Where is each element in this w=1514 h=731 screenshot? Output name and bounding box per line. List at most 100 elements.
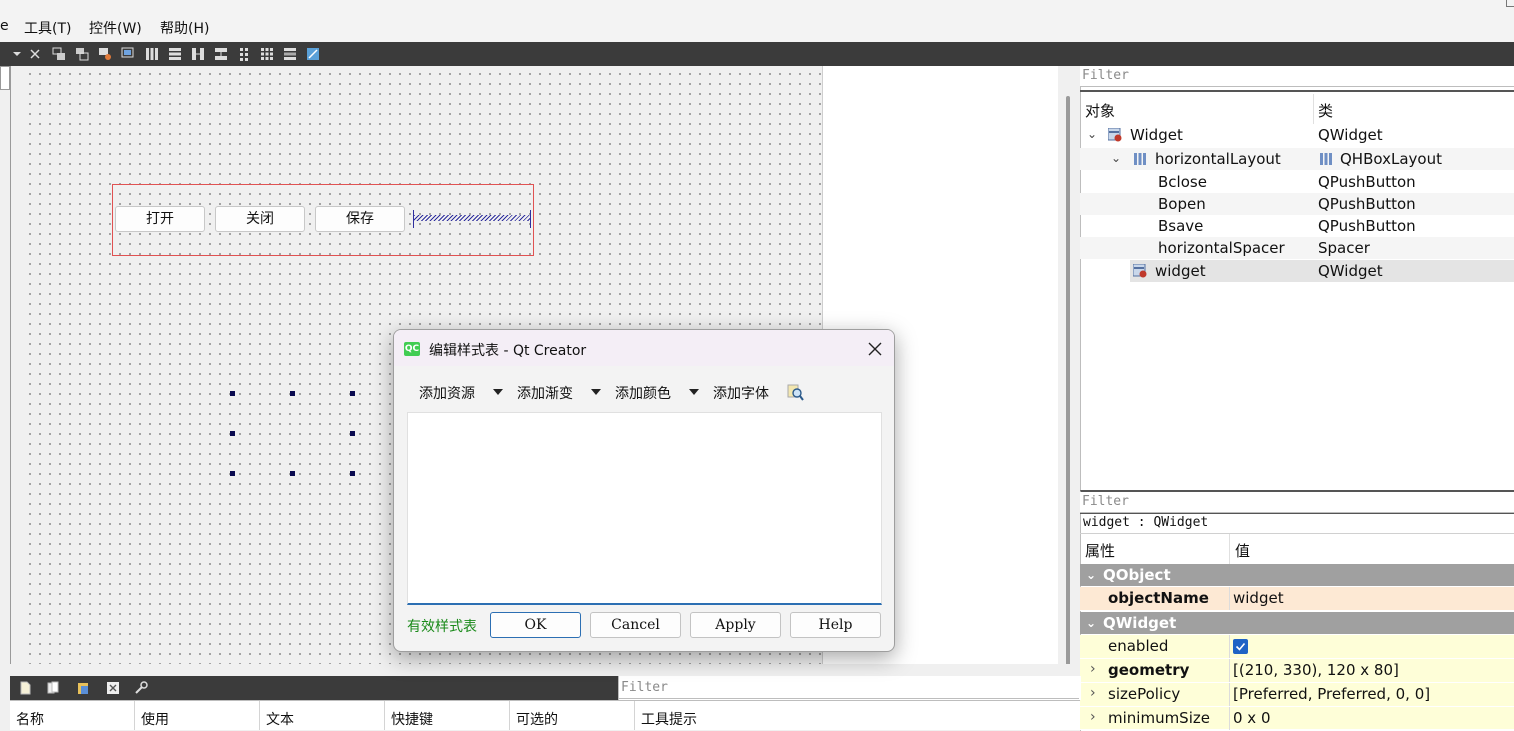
dialog-title-bar[interactable]: QC 编辑样式表 - Qt Creator <box>394 330 894 366</box>
add-resource-dropdown-icon[interactable] <box>493 389 503 395</box>
menu-tools[interactable]: 工具(T) <box>24 18 71 38</box>
horizontal-spacer[interactable] <box>414 215 530 221</box>
property-value[interactable]: [(210, 330), 120 x 80] <box>1233 661 1399 679</box>
menu-bar: e 工具(T) 控件(W) 帮助(H) <box>0 0 1514 43</box>
add-color-button[interactable]: 添加颜色 <box>615 383 671 403</box>
add-color-dropdown-icon[interactable] <box>689 389 699 395</box>
col-checkable[interactable]: 可选的 <box>516 709 558 729</box>
save-button[interactable]: 保存 <box>315 206 405 232</box>
property-filter-underline <box>1080 513 1514 514</box>
col-name[interactable]: 名称 <box>16 709 44 729</box>
property-group-qobject[interactable]: ⌄ QObject <box>1080 564 1514 586</box>
tree-row-widget-selected[interactable]: widget QWidget <box>1130 260 1514 282</box>
add-resource-button[interactable]: 添加资源 <box>419 383 475 403</box>
property-row-geometry[interactable]: › geometry [(210, 330), 120 x 80] <box>1080 659 1514 683</box>
object-name: Bopen <box>1158 195 1206 213</box>
layout-grid-icon[interactable] <box>260 47 274 61</box>
col-text[interactable]: 文本 <box>266 709 294 729</box>
property-row-objectname[interactable]: objectName widget <box>1080 587 1514 611</box>
hbox-layout-icon <box>1134 153 1146 165</box>
stylesheet-text-editor[interactable] <box>407 412 882 605</box>
add-gradient-dropdown-icon[interactable] <box>591 389 601 395</box>
open-button[interactable]: 打开 <box>115 206 205 232</box>
property-row-enabled[interactable]: enabled <box>1080 635 1514 659</box>
canvas-scrollbar[interactable] <box>1066 96 1070 672</box>
hbox-layout-icon <box>1320 153 1332 165</box>
object-class: QWidget <box>1318 126 1383 144</box>
property-column-header[interactable]: 属性 <box>1085 540 1115 561</box>
tree-row-horizontal-spacer[interactable]: horizontalSpacer Spacer <box>1080 237 1514 259</box>
layout-h-splitter-icon[interactable] <box>191 47 205 61</box>
ok-button[interactable]: OK <box>490 612 581 638</box>
tree-row-bclose[interactable]: Bclose QPushButton <box>1080 171 1514 193</box>
new-action-icon[interactable] <box>18 681 32 695</box>
add-gradient-button[interactable]: 添加渐变 <box>517 383 573 403</box>
expand-arrow-icon[interactable]: › <box>1090 685 1096 701</box>
expand-arrow-icon[interactable]: › <box>1090 709 1096 725</box>
apply-button[interactable]: Apply <box>690 612 781 638</box>
object-column-header[interactable]: 对象 <box>1085 100 1115 121</box>
context-divider <box>1080 533 1514 534</box>
canvas-bottom-strip <box>10 664 1080 676</box>
col-used[interactable]: 使用 <box>141 709 169 729</box>
dropdown-arrow-icon[interactable] <box>10 47 24 61</box>
property-value[interactable]: [Preferred, Preferred, 0, 0] <box>1233 685 1430 703</box>
property-filter-input[interactable]: Filter <box>1080 492 1514 513</box>
property-row-sizepolicy[interactable]: › sizePolicy [Preferred, Preferred, 0, 0… <box>1080 683 1514 707</box>
resize-handle-se[interactable] <box>350 471 355 476</box>
delete-action-icon[interactable] <box>106 681 120 695</box>
col-tooltip[interactable]: 工具提示 <box>641 709 697 729</box>
resize-handle-sw[interactable] <box>230 471 235 476</box>
expand-arrow-icon[interactable]: › <box>1090 661 1096 677</box>
adjust-size-icon[interactable] <box>306 47 320 61</box>
collapse-arrow-icon[interactable]: ⌄ <box>1086 564 1096 586</box>
edit-signals-icon[interactable] <box>75 47 89 61</box>
layout-vertical-icon[interactable] <box>168 47 182 61</box>
class-column-header[interactable]: 类 <box>1318 100 1333 121</box>
copy-action-icon[interactable] <box>46 681 60 695</box>
tree-row-bsave[interactable]: Bsave QPushButton <box>1080 215 1514 237</box>
find-icon[interactable] <box>787 384 804 401</box>
layout-horizontal-icon[interactable] <box>145 47 159 61</box>
resize-handle-nw[interactable] <box>230 391 235 396</box>
column-divider <box>134 701 135 730</box>
edit-tab-order-icon[interactable] <box>121 47 135 61</box>
menu-help[interactable]: 帮助(H) <box>160 18 209 38</box>
edit-buddies-icon[interactable] <box>98 47 112 61</box>
object-filter-input[interactable]: Filter <box>1080 66 1514 87</box>
menu-file-partial[interactable]: e <box>0 18 9 34</box>
menu-widgets[interactable]: 控件(W) <box>89 18 142 38</box>
resize-handle-n[interactable] <box>290 391 295 396</box>
property-value[interactable]: widget <box>1233 589 1284 607</box>
paste-action-icon[interactable] <box>76 681 90 695</box>
enabled-checkbox[interactable] <box>1233 639 1248 654</box>
layout-v-splitter-icon[interactable] <box>214 47 228 61</box>
expand-arrow-icon[interactable]: ⌄ <box>1111 151 1121 165</box>
break-layout-grid-icon[interactable] <box>283 47 297 61</box>
col-shortcut[interactable]: 快捷键 <box>391 709 433 729</box>
tree-row-horizontal-layout[interactable]: ⌄ horizontalLayout QHBoxLayout <box>1080 148 1514 170</box>
property-group-qwidget[interactable]: ⌄ QWidget <box>1080 612 1514 634</box>
add-font-button[interactable]: 添加字体 <box>713 383 769 403</box>
resize-handle-w[interactable] <box>230 431 235 436</box>
close-button[interactable]: 关闭 <box>215 206 305 232</box>
break-layout-icon[interactable] <box>28 47 42 61</box>
layout-form-icon[interactable] <box>237 47 251 61</box>
cancel-button[interactable]: Cancel <box>590 612 681 638</box>
action-filter-input[interactable]: Filter <box>619 678 1079 699</box>
value-column-header[interactable]: 值 <box>1235 540 1250 561</box>
resize-handle-ne[interactable] <box>350 391 355 396</box>
edit-widgets-icon[interactable] <box>52 47 66 61</box>
property-row-minimumsize[interactable]: › minimumSize 0 x 0 <box>1080 707 1514 730</box>
resize-handle-s[interactable] <box>290 471 295 476</box>
tree-row-bopen[interactable]: Bopen QPushButton <box>1080 193 1514 215</box>
help-button[interactable]: Help <box>790 612 881 638</box>
tree-row-widget[interactable]: ⌄ Widget QWidget <box>1080 124 1514 146</box>
collapse-arrow-icon[interactable]: ⌄ <box>1086 612 1096 634</box>
expand-arrow-icon[interactable]: ⌄ <box>1087 127 1097 141</box>
property-value[interactable]: 0 x 0 <box>1233 709 1271 727</box>
close-icon[interactable] <box>864 338 886 360</box>
resize-handle-e[interactable] <box>350 431 355 436</box>
property-divider <box>1229 683 1230 706</box>
configure-action-icon[interactable] <box>134 681 148 695</box>
